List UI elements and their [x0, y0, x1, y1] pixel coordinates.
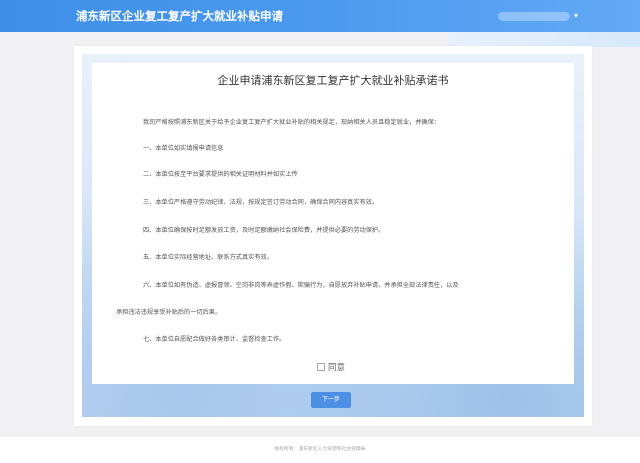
clause-4: 四、本单位确保按时足额发放工资，及时足额缴纳社会保险费，并提供必要的劳动保护。	[143, 227, 385, 234]
next-step-button[interactable]: 下一步	[311, 392, 351, 408]
clause-3: 三、本单位严格遵守劳动纪律、法规，按规定签订劳动合同，确保合同内容真实有效。	[143, 199, 379, 206]
clause-2: 二、本单位按至平台要求提供的相关证明材料并如实上传	[143, 171, 298, 178]
app-title: 浦东新区企业复工复产扩大就业补贴申请	[76, 9, 283, 23]
clause-5: 五、本单位实际经营地址、联系方式真实有效。	[143, 254, 273, 261]
consent-label: 同意	[328, 363, 346, 373]
clause-7: 七、本单位自愿配合做好各类审计、监督检查工作。	[143, 336, 286, 343]
agreement-intro: 我司严格按照浦东新区关于给予企业复工复产扩大就业补贴的相关规定，现纳相关人员且稳…	[143, 119, 440, 126]
main-card: 企业申请浦东新区复工复产扩大就业补贴承诺书 我司严格按照浦东新区关于给予企业复工…	[74, 46, 592, 426]
user-menu[interactable]: ▾	[498, 0, 578, 32]
agreement-panel: 企业申请浦东新区复工复产扩大就业补贴承诺书 我司严格按照浦东新区关于给予企业复工…	[92, 63, 574, 384]
consent-checkbox[interactable]: 同意	[317, 361, 345, 373]
top-header-bar: 浦东新区企业复工复产扩大就业补贴申请 ▾	[0, 0, 640, 32]
clause-6-continued: 承担违法违规享受补贴后的一切后果。	[116, 309, 222, 316]
agreement-title: 企业申请浦东新区复工复产扩大就业补贴承诺书	[217, 74, 449, 87]
notice-strip	[448, 32, 640, 47]
footer-copyright: 版权所有：浦东新区人力资源和社会保障局	[274, 447, 366, 452]
clause-6: 六、本单位如有伪造、虚报冒领、空岗非岗等弄虚作假、欺骗行为，自愿放弃补贴申请，并…	[143, 282, 459, 289]
checkbox-icon[interactable]	[317, 363, 325, 371]
clause-1: 一、本单位如实填报申请信息	[143, 145, 224, 152]
page: { "header": { "title": "浦东新区企业复工复产扩大就业补贴…	[0, 0, 640, 463]
chevron-down-icon: ▾	[574, 11, 579, 20]
user-name-placeholder	[498, 11, 570, 21]
